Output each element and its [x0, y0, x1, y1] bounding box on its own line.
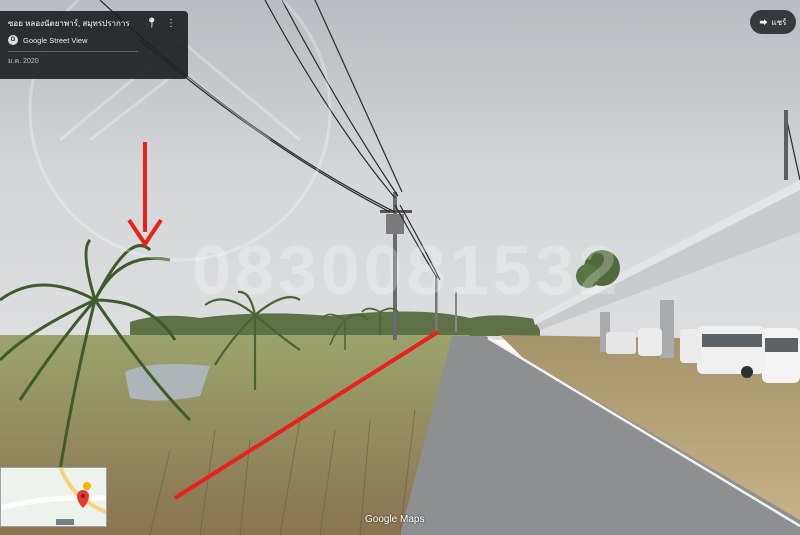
van-window [764, 338, 798, 352]
van [697, 326, 765, 374]
van [762, 328, 800, 383]
minimap-scale [56, 519, 74, 525]
capture-date: ม.ค. 2020 [8, 58, 39, 65]
google-maps-logo: Google Maps [365, 514, 425, 525]
card-actions: 📍︎ ⋮ [145, 19, 176, 29]
source-label: Google Street View [23, 35, 88, 45]
van-wheel [741, 366, 753, 378]
van [606, 332, 636, 354]
address-text: ซอย หลองนัตยาพาร์, สมุทรปราการ [8, 19, 130, 28]
van-window [700, 334, 762, 347]
minimap[interactable] [0, 467, 107, 527]
phone-watermark: 0830081532 [192, 231, 622, 309]
more-vert-icon[interactable]: ⋮ [166, 19, 176, 29]
share-icon: ⮕ [759, 17, 768, 27]
van [680, 329, 702, 363]
pegman-icon[interactable] [83, 482, 91, 490]
location-marker-dot [81, 494, 85, 498]
card-divider [8, 51, 138, 52]
share-button[interactable]: ⮕ แชร์ [750, 10, 796, 34]
pole-crossarm [380, 210, 412, 213]
overpass-pillar [660, 300, 674, 358]
location-info-card[interactable]: ซอย หลองนัตยาพาร์, สมุทรปราการ G Google … [0, 11, 188, 79]
street-view-badge-icon: G [8, 35, 18, 45]
van [638, 328, 662, 356]
minimap-map[interactable] [1, 468, 107, 527]
location-pin-icon[interactable]: 📍︎ [145, 19, 158, 29]
source-row[interactable]: G Google Street View [8, 35, 180, 45]
light-pole [784, 110, 788, 180]
share-label: แชร์ [771, 17, 787, 27]
